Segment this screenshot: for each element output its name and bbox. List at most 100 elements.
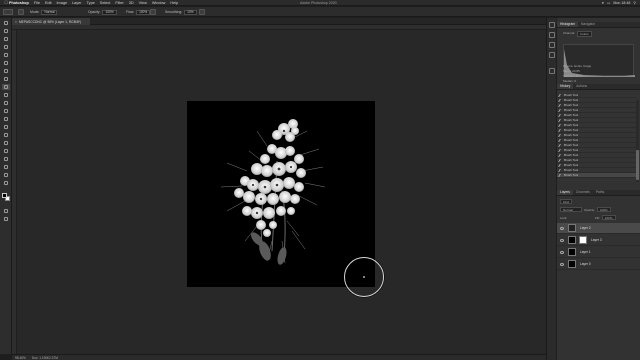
move-icon — [4, 21, 8, 25]
tool-healing[interactable] — [2, 76, 10, 82]
layer-row[interactable]: Layer 3 — [557, 235, 640, 246]
eye-icon[interactable] — [560, 238, 564, 242]
history-scrollbar[interactable] — [636, 100, 639, 182]
info-source-value[interactable]: Entire Image — [574, 64, 591, 68]
tool-hand[interactable] — [2, 172, 10, 178]
clock[interactable]: Mon 18:48 — [613, 1, 630, 5]
layer-mask-thumbnail[interactable] — [579, 236, 587, 244]
tab-history[interactable]: History — [557, 84, 574, 89]
search-icon[interactable]: ⚲ — [633, 1, 636, 5]
properties-panel-icon[interactable] — [549, 68, 555, 74]
tool-history-brush[interactable] — [2, 100, 10, 106]
tab-navigator[interactable]: Navigator — [578, 22, 598, 27]
ruler-horizontal[interactable] — [12, 25, 546, 30]
tool-eraser[interactable] — [2, 108, 10, 114]
mode-select[interactable]: Normal — [41, 9, 58, 15]
tool-eyedropper[interactable] — [2, 68, 10, 74]
doc-info[interactable]: Doc: 1.19M/2.37M — [32, 356, 58, 360]
brush-icon — [558, 134, 563, 137]
ruler-vertical[interactable] — [12, 30, 17, 354]
tool-preset-picker[interactable] — [3, 9, 13, 15]
menu-image[interactable]: Image — [57, 1, 68, 5]
menu-edit[interactable]: Edit — [45, 1, 52, 5]
airbrush-toggle[interactable] — [150, 9, 156, 15]
tool-frame[interactable] — [2, 60, 10, 66]
tab-histogram[interactable]: Histogram — [557, 22, 579, 27]
flow-field[interactable]: 100% — [136, 9, 151, 15]
eye-icon[interactable] — [560, 226, 564, 230]
history-item-label: Brush Tool — [564, 173, 579, 177]
layer-row[interactable]: Layer 2 — [557, 223, 640, 234]
airbrush-icon — [150, 9, 156, 15]
tool-clone-stamp[interactable] — [2, 92, 10, 98]
flow-label: Flow: — [126, 10, 135, 14]
wifi-icon[interactable]: ● — [602, 1, 604, 5]
brush-preset[interactable] — [18, 9, 24, 15]
tab-actions[interactable]: Actions — [573, 84, 590, 89]
tool-move[interactable] — [2, 20, 10, 26]
tool-zoom[interactable] — [2, 180, 10, 186]
quick-mask-toggle[interactable] — [2, 208, 10, 214]
menu-window[interactable]: Window — [152, 1, 166, 5]
menu-select[interactable]: Select — [100, 1, 111, 5]
tool-blur[interactable] — [2, 124, 10, 130]
history-list: Brush Tool Brush Tool Brush Tool Brush Tool… — [557, 92, 640, 182]
flower-artwork — [220, 119, 326, 265]
tab-channels[interactable]: Channels — [573, 190, 593, 195]
battery-icon[interactable]: ▭ — [607, 1, 610, 5]
tool-marquee[interactable] — [2, 28, 10, 34]
menu-app-name[interactable]: Photoshop — [9, 1, 29, 5]
close-icon[interactable]: × — [15, 20, 17, 24]
brush-icon — [558, 144, 563, 147]
info-mean: Mean: 23.85 — [563, 69, 580, 73]
history-item[interactable]: Brush Tool — [557, 173, 636, 178]
eraser-icon — [4, 109, 8, 113]
tab-paths[interactable]: Paths — [593, 190, 607, 195]
tool-path-select[interactable] — [2, 156, 10, 162]
menu-view[interactable]: View — [139, 1, 147, 5]
color-panel-icon[interactable] — [549, 22, 555, 28]
tool-gradient[interactable] — [2, 116, 10, 122]
history-scroll-thumb[interactable] — [636, 150, 639, 180]
smoothing-options[interactable] — [199, 9, 205, 15]
eye-icon[interactable] — [560, 262, 564, 266]
menu-type[interactable]: Type — [87, 1, 95, 5]
layer-fill-field[interactable]: 100% — [601, 215, 616, 220]
channel-select[interactable]: Colors — [577, 31, 592, 37]
layer-row[interactable]: Layer 0 — [557, 259, 640, 270]
menu-3d[interactable]: 3D — [129, 1, 134, 5]
menu-filter[interactable]: Filter — [115, 1, 123, 5]
layer-name: Layer 3 — [591, 238, 602, 242]
opacity-field[interactable]: 100% — [102, 9, 117, 15]
smoothing-field[interactable]: 10% — [184, 9, 197, 15]
tool-brush[interactable] — [2, 84, 10, 90]
layer-kind-filter[interactable]: Kind — [560, 199, 573, 204]
document-canvas[interactable] — [187, 101, 375, 287]
screen-mode-toggle[interactable] — [2, 216, 10, 222]
tool-pen[interactable] — [2, 140, 10, 146]
layer-opacity-field[interactable]: 100% — [597, 207, 611, 212]
brush-icon — [558, 99, 563, 102]
tool-lasso[interactable] — [2, 36, 10, 42]
histogram-tabs: Histogram Navigator — [557, 22, 640, 28]
tool-crop[interactable] — [2, 52, 10, 58]
menu-layer[interactable]: Layer — [72, 1, 82, 5]
layer-blend-mode[interactable]: Normal — [560, 207, 582, 212]
layer-row[interactable]: Layer 1 — [557, 247, 640, 258]
menu-file[interactable]: File — [34, 1, 40, 5]
eye-icon[interactable] — [560, 250, 564, 254]
tool-dodge[interactable] — [2, 132, 10, 138]
document-tab[interactable]: × MEPASCCDNC @ 98% (Layer 1, RGB/8*) — [12, 18, 90, 25]
tool-shape[interactable] — [2, 164, 10, 170]
zoom-level[interactable]: 98.46% — [15, 356, 26, 360]
tool-quick-select[interactable] — [2, 44, 10, 50]
tab-layers[interactable]: Layers — [557, 190, 573, 195]
swatches-panel-icon[interactable] — [549, 32, 555, 38]
layer-thumbnail — [568, 260, 576, 268]
libraries-panel-icon[interactable] — [549, 52, 555, 58]
adjustments-panel-icon[interactable] — [549, 42, 555, 48]
foreground-color-swatch[interactable] — [2, 193, 7, 198]
tool-type[interactable] — [2, 148, 10, 154]
layer-name: Layer 2 — [580, 226, 591, 230]
menu-help[interactable]: Help — [170, 1, 178, 5]
